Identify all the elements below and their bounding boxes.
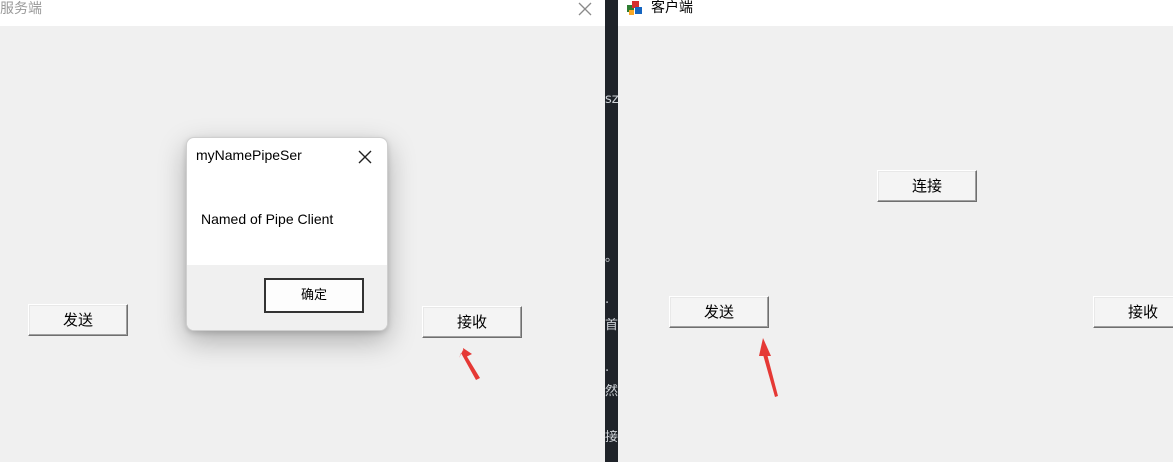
background-text: sz bbox=[605, 92, 618, 107]
client-titlebar: 客户端 bbox=[618, 0, 1173, 26]
background-text: 。 bbox=[605, 250, 618, 265]
message-box-title: myNamePipeSer bbox=[196, 147, 302, 163]
message-box: myNamePipeSer Named of Pipe Client 确定 bbox=[186, 137, 388, 331]
background-text: · bbox=[605, 364, 610, 379]
close-icon[interactable] bbox=[576, 0, 594, 18]
close-icon[interactable] bbox=[357, 149, 373, 165]
background-text: · bbox=[605, 296, 610, 311]
server-titlebar: 服务端 bbox=[0, 0, 605, 26]
annotation-arrow bbox=[759, 338, 778, 397]
background-text: 然 bbox=[605, 384, 618, 399]
app-icon bbox=[627, 1, 642, 15]
message-box-text: Named of Pipe Client bbox=[201, 211, 334, 227]
server-window-title: 服务端 bbox=[0, 1, 42, 17]
server-window: 服务端 发送 接收 myNamePipeSer Named of Pipe Cl… bbox=[0, 0, 605, 462]
background-text: 首 bbox=[605, 318, 618, 333]
client-window: 客户端 连接 发送 接收 bbox=[618, 0, 1173, 462]
server-receive-button[interactable]: 接收 bbox=[422, 306, 522, 338]
client-receive-button[interactable]: 接收 bbox=[1093, 296, 1173, 328]
message-box-footer: 确定 bbox=[187, 265, 387, 330]
annotation-arrow bbox=[459, 348, 480, 380]
client-send-button[interactable]: 发送 bbox=[669, 296, 769, 328]
background-text: 接 bbox=[605, 430, 618, 445]
server-send-button[interactable]: 发送 bbox=[28, 304, 128, 336]
background-editor-strip: sz 。 · 首 · 然 接 bbox=[605, 0, 618, 462]
ok-button[interactable]: 确定 bbox=[264, 278, 364, 313]
client-connect-button[interactable]: 连接 bbox=[877, 170, 977, 202]
client-window-title: 客户端 bbox=[651, 0, 693, 16]
